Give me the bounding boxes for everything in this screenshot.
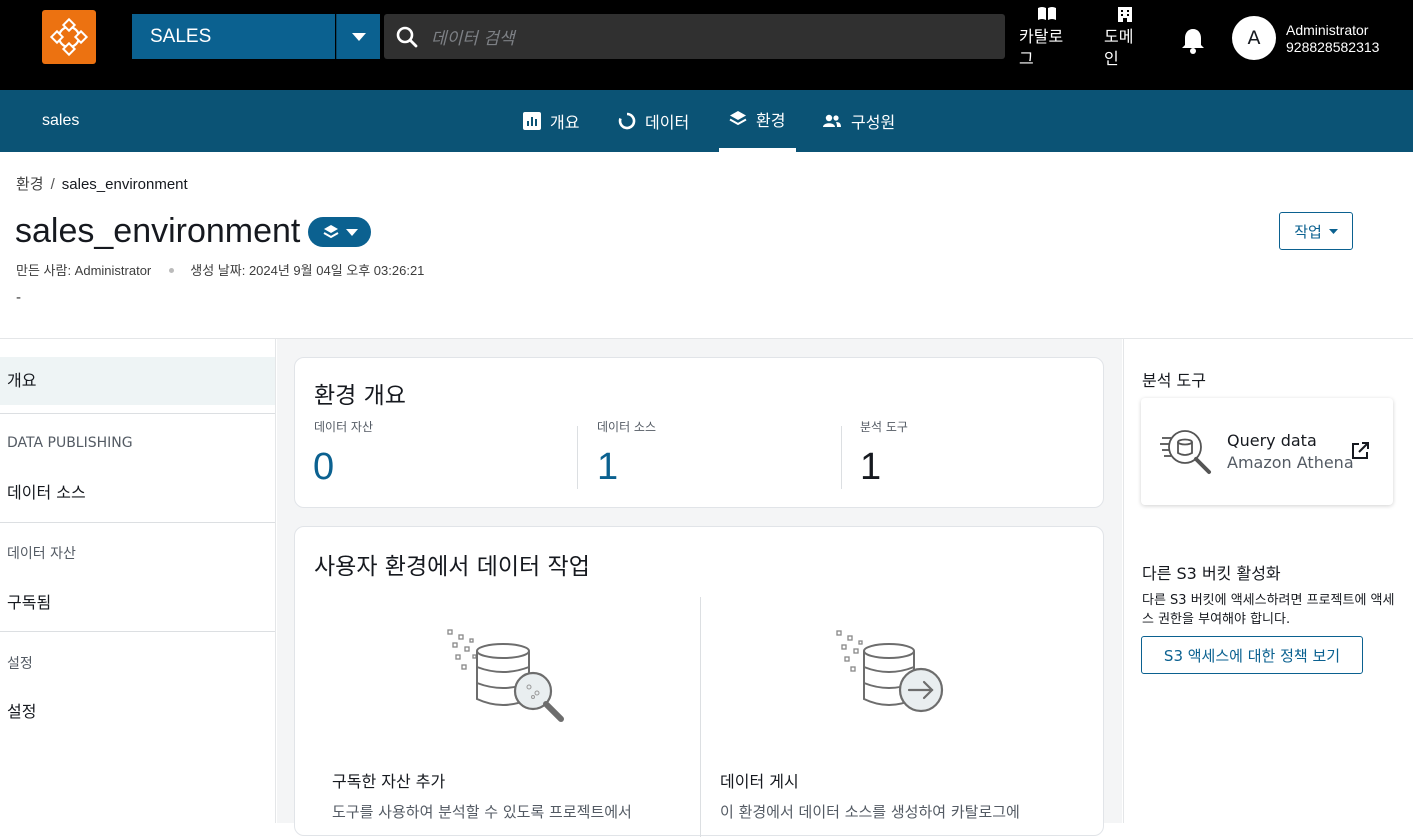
bar-chart-icon <box>523 112 541 130</box>
enable-s3-title: 다른 S3 버킷 활성화 <box>1142 564 1281 583</box>
tab-environment-label: 환경 <box>756 111 786 130</box>
stat-divider <box>577 426 578 489</box>
sidenav-section-data-assets: 데이터 자산 <box>7 546 76 562</box>
stat-value-data-sources[interactable]: 1 <box>597 446 618 489</box>
sidenav-section-settings: 설정 <box>7 656 33 672</box>
tab-environment[interactable]: 환경 <box>719 90 796 152</box>
stat-label-data-assets: 데이터 자산 <box>314 420 374 434</box>
athena-icon <box>1160 430 1211 474</box>
database-search-icon <box>447 629 564 722</box>
breadcrumb-parent[interactable]: 환경 <box>16 176 44 193</box>
actions-button[interactable]: 작업 <box>1279 212 1353 250</box>
project-name[interactable]: sales <box>42 90 79 152</box>
caret-down-icon <box>345 228 358 236</box>
layers-icon <box>729 111 747 126</box>
catalog-nav[interactable]: 카탈로 그 <box>1019 6 1063 70</box>
side-nav: 개요 DATA PUBLISHING 데이터 소스 데이터 자산 구독됨 설정 … <box>0 339 276 823</box>
add-subscribed-assets-title: 구독한 자산 추가 <box>332 772 446 791</box>
publish-data-text: 이 환경에서 데이터 소스를 생성하여 카탈로그에 <box>720 803 1020 821</box>
sidenav-divider <box>0 522 275 523</box>
actions-label: 작업 <box>1294 222 1322 241</box>
page-meta: 만든 사람: Administrator 생성 날짜: 2024년 9월 04일 … <box>16 260 424 279</box>
people-icon <box>823 114 841 127</box>
user-menu[interactable]: Administrator 928828582313 <box>1286 22 1379 56</box>
stat-value-data-assets[interactable]: 0 <box>313 446 334 489</box>
search-icon <box>396 26 418 47</box>
circle-arrow-icon <box>618 112 636 130</box>
meta-dot <box>169 268 175 274</box>
work-card-divider <box>700 597 701 837</box>
search-placeholder: 데이터 검색 <box>431 29 515 49</box>
tab-members[interactable]: 구성원 <box>822 90 895 152</box>
breadcrumb: 환경 / sales_environment <box>16 173 188 194</box>
avatar[interactable]: A <box>1232 16 1276 60</box>
book-icon <box>1038 7 1056 20</box>
layers-icon <box>323 225 338 239</box>
caret-down-icon <box>351 32 366 41</box>
tool-service: Amazon Athena <box>1227 453 1354 472</box>
view-s3-policy-button[interactable]: S3 액세스에 대한 정책 보기 <box>1141 636 1363 674</box>
query-data-tool-card[interactable]: Query data Amazon Athena <box>1141 398 1393 505</box>
sidenav-divider <box>0 631 275 632</box>
breadcrumb-separator: / <box>50 176 55 193</box>
overview-card-title: 환경 개요 <box>314 383 406 409</box>
domain-label: 도메 인 <box>1104 27 1134 68</box>
domain-selector[interactable]: SALES <box>132 14 380 59</box>
publish-data-title: 데이터 게시 <box>720 772 799 791</box>
work-with-data-card: 사용자 환경에서 데이터 작업 구독한 자산 추가 도구를 사용하여 분석할 수… <box>294 526 1104 837</box>
sidenav-overview[interactable]: 개요 <box>0 357 275 405</box>
building-icon <box>1118 7 1132 22</box>
tool-name: Query data <box>1227 431 1317 450</box>
app-logo[interactable] <box>42 10 96 64</box>
domain-dropdown-button[interactable] <box>336 14 380 59</box>
domain-selected-value[interactable]: SALES <box>132 14 335 59</box>
logo-icon <box>49 17 89 57</box>
page-description: - <box>16 290 22 306</box>
project-nav-bar: sales 개요 데이터 환경 구성원 <box>0 90 1413 152</box>
stat-label-analytics-tools: 분석 도구 <box>860 420 908 434</box>
created-by: 만든 사람: Administrator <box>16 263 152 278</box>
sidenav-settings[interactable]: 설정 <box>0 698 275 722</box>
tab-overview[interactable]: 개요 <box>523 90 579 152</box>
domain-nav[interactable]: 도메 인 <box>1104 6 1134 70</box>
environment-overview-card: 환경 개요 데이터 자산 0 데이터 소스 1 분석 도구 1 <box>294 357 1104 508</box>
search-input[interactable]: 데이터 검색 <box>384 14 1005 59</box>
breadcrumb-current: sales_environment <box>61 176 188 193</box>
enable-s3-text: 다른 S3 버킷에 액세스하려면 프로젝트에 액세스 권한을 부여해야 합니다. <box>1142 593 1395 627</box>
page-title: sales_environment <box>15 212 301 250</box>
stat-divider <box>841 426 842 489</box>
add-subscribed-assets-text: 도구를 사용하여 분석할 수 있도록 프로젝트에서 <box>332 803 632 821</box>
tab-data-label: 데이터 <box>645 113 690 132</box>
user-account: 928828582313 <box>1286 39 1380 55</box>
sidenav-section-data-publishing: DATA PUBLISHING <box>7 435 133 451</box>
sidenav-data-sources[interactable]: 데이터 소스 <box>0 479 275 503</box>
tab-members-label: 구성원 <box>851 113 896 132</box>
work-card-title: 사용자 환경에서 데이터 작업 <box>314 554 590 580</box>
sidenav-subscribed[interactable]: 구독됨 <box>0 589 275 613</box>
stat-value-analytics-tools: 1 <box>860 446 882 488</box>
top-bar: SALES 데이터 검색 카탈로 그 도메 인 A Administrator … <box>0 0 1413 90</box>
user-name: Administrator <box>1286 22 1369 38</box>
notifications-button[interactable] <box>1180 27 1206 59</box>
tab-data[interactable]: 데이터 <box>618 90 689 152</box>
analytics-tools-title: 분석 도구 <box>1142 371 1206 390</box>
sidenav-divider <box>0 413 275 414</box>
tab-overview-label: 개요 <box>550 113 580 132</box>
catalog-label: 카탈로 그 <box>1019 27 1064 68</box>
environment-type-badge[interactable] <box>308 217 371 247</box>
caret-down-icon <box>1328 228 1338 234</box>
external-link-icon[interactable] <box>1350 441 1370 461</box>
created-at: 생성 날짜: 2024년 9월 04일 오후 03:26:21 <box>190 263 425 278</box>
stat-label-data-sources: 데이터 소스 <box>597 420 657 434</box>
bell-icon <box>1182 29 1204 54</box>
database-publish-icon <box>836 630 944 713</box>
